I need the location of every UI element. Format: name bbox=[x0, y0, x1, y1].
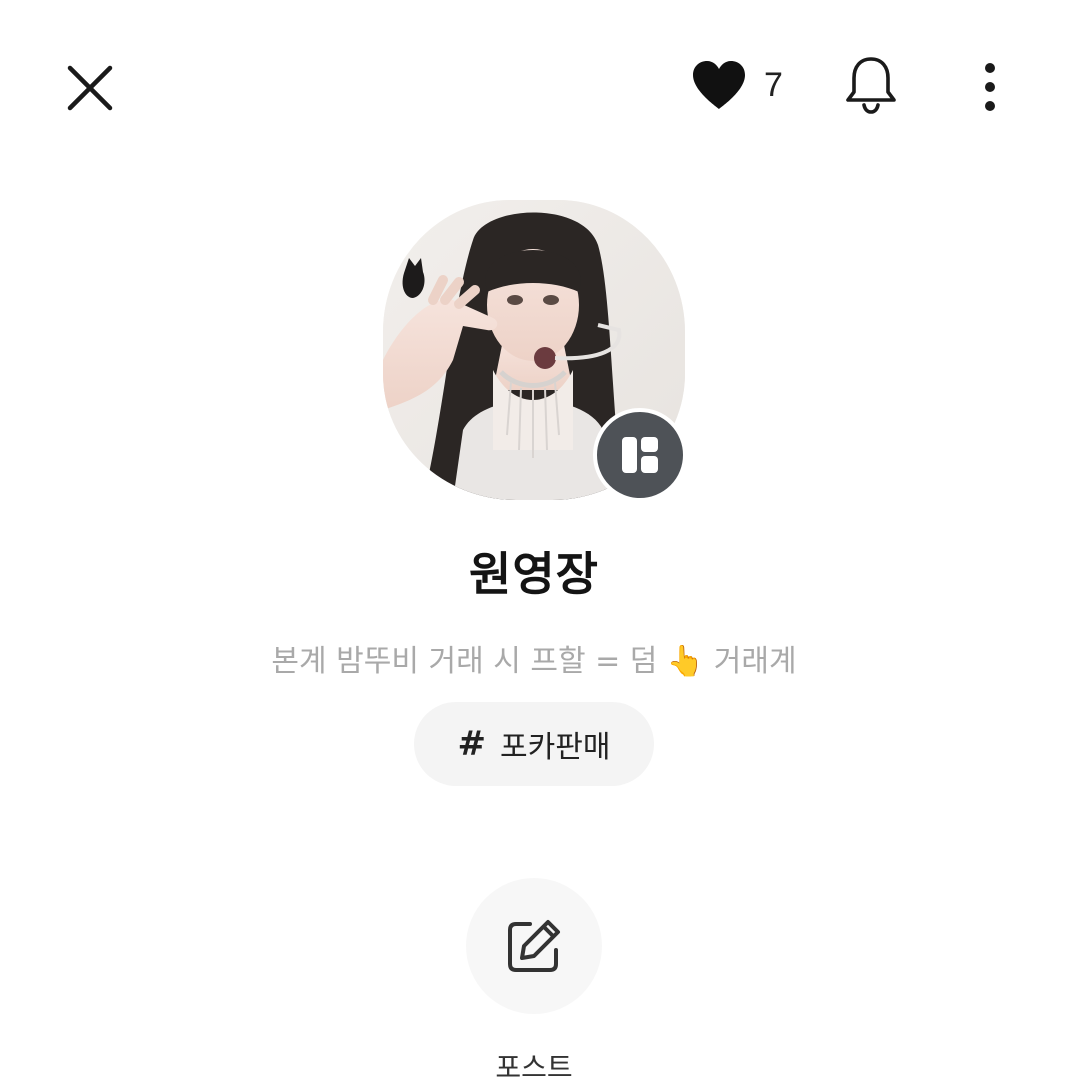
edit-icon bbox=[508, 920, 560, 972]
tag-label: 포카판매 bbox=[500, 730, 611, 765]
profile-name: 원영장 bbox=[469, 547, 599, 601]
notification-button[interactable] bbox=[838, 52, 904, 118]
more-vertical-icon bbox=[985, 63, 995, 111]
like-count: 7 bbox=[764, 65, 783, 104]
like-button[interactable]: 7 bbox=[690, 55, 783, 115]
write-post-button[interactable] bbox=[466, 878, 602, 1014]
heart-icon bbox=[693, 61, 745, 109]
profile-bio: 본계 밤뚜비 거래 시 프할 = 덤 👆 거래계 bbox=[271, 644, 797, 679]
write-post-label: 포스트 bbox=[495, 1051, 573, 1084]
close-button[interactable] bbox=[60, 58, 120, 118]
store-grid-icon bbox=[622, 437, 658, 473]
store-badge[interactable] bbox=[593, 408, 687, 502]
bell-icon bbox=[846, 57, 896, 114]
profile-avatar-container bbox=[383, 200, 687, 502]
more-options-button[interactable] bbox=[970, 55, 1010, 119]
close-icon bbox=[67, 65, 113, 111]
hash-icon: # bbox=[457, 724, 487, 764]
top-bar: 7 bbox=[0, 0, 1068, 170]
tag-chip[interactable]: # 포카판매 bbox=[414, 702, 654, 786]
